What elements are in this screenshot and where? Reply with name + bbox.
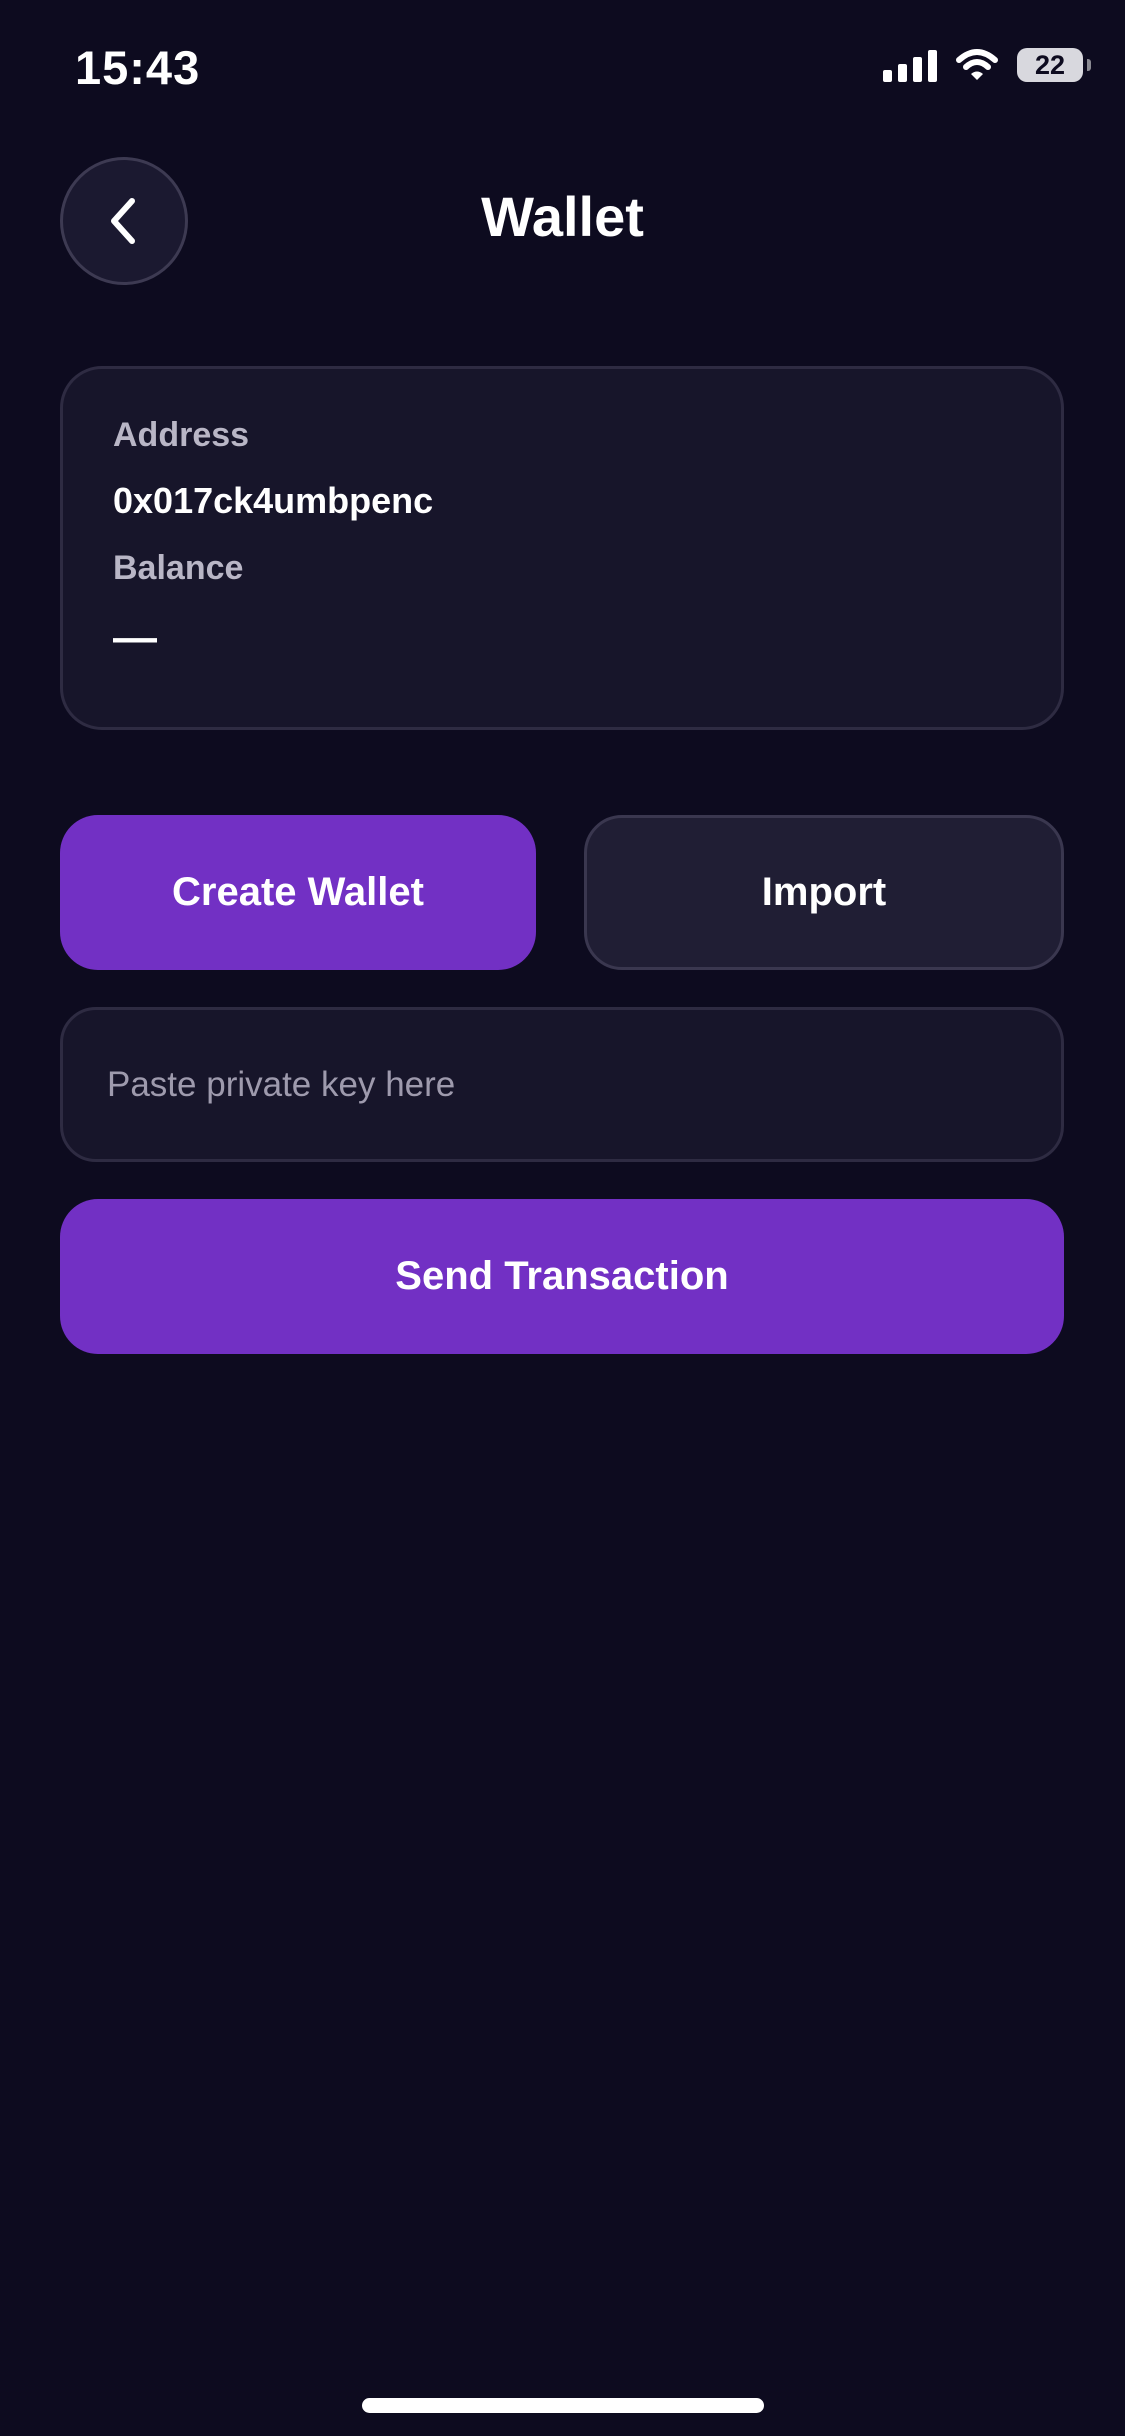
balance-value: — xyxy=(113,613,157,662)
address-label: Address xyxy=(113,416,250,454)
create-wallet-button[interactable]: Create Wallet xyxy=(60,815,536,970)
battery-level: 22 xyxy=(1034,49,1066,80)
page-title: Wallet xyxy=(481,185,644,248)
battery-icon: 22 xyxy=(1017,48,1091,82)
private-key-input[interactable] xyxy=(60,1007,1064,1162)
balance-label: Balance xyxy=(113,549,244,587)
status-time: 15:43 xyxy=(75,41,201,94)
import-button[interactable]: Import xyxy=(584,815,1064,970)
address-value: 0x017ck4umbpenc xyxy=(113,480,434,521)
wifi-icon xyxy=(956,49,998,80)
create-wallet-label: Create Wallet xyxy=(172,870,424,914)
send-transaction-label: Send Transaction xyxy=(395,1254,729,1298)
status-icons: 22 xyxy=(883,48,1091,82)
home-indicator[interactable] xyxy=(362,2398,764,2413)
send-transaction-button[interactable]: Send Transaction xyxy=(60,1199,1064,1354)
status-bar: 15:43 22 xyxy=(0,0,1125,140)
signal-icon xyxy=(883,48,937,82)
import-label: Import xyxy=(761,870,887,914)
wallet-info-card: Address 0x017ck4umbpenc Balance — xyxy=(60,366,1064,730)
